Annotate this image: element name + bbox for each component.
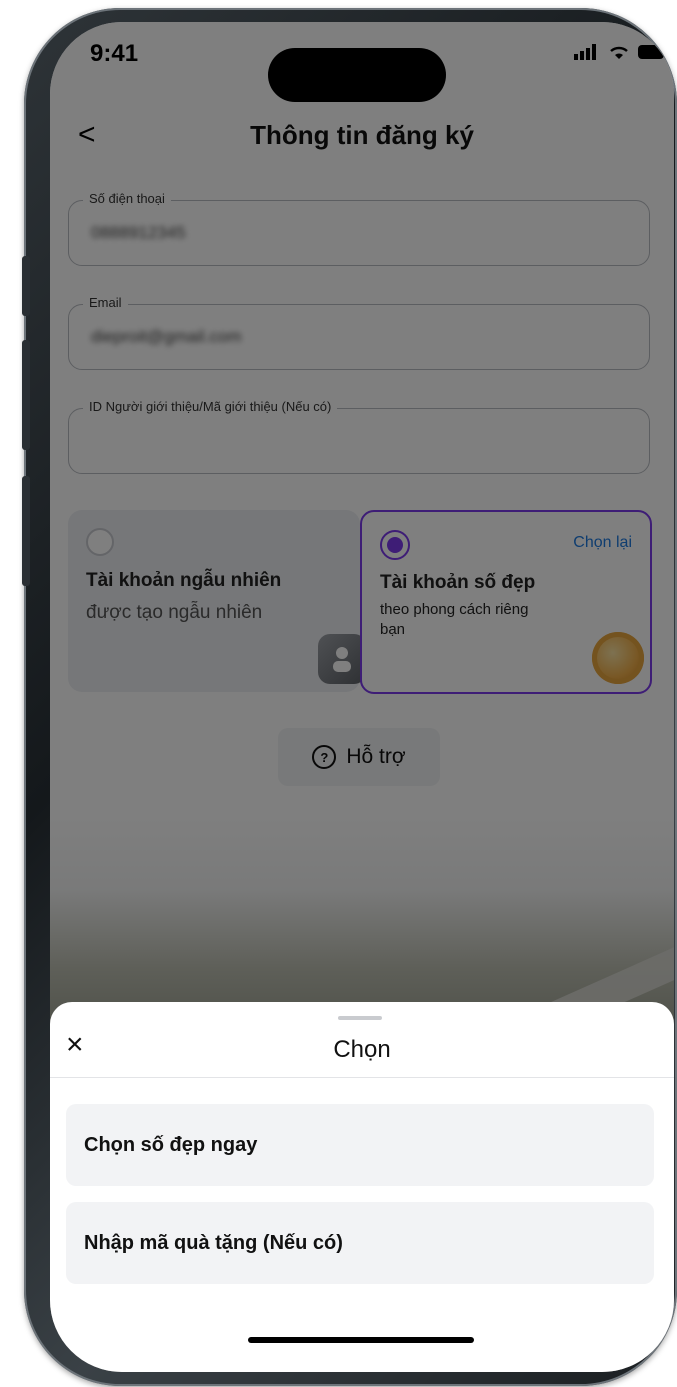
phone-volume-up-button — [22, 340, 30, 450]
option-label: Nhập mã quà tặng (Nếu có) — [84, 1231, 343, 1254]
phone-mute-button — [22, 256, 30, 316]
choose-vanity-number-option[interactable]: Chọn số đẹp ngay — [66, 1104, 654, 1186]
home-indicator[interactable] — [248, 1337, 474, 1343]
option-label: Chọn số đẹp ngay — [84, 1133, 258, 1156]
enter-gift-code-option[interactable]: Nhập mã quà tặng (Nếu có) — [66, 1202, 654, 1284]
sheet-divider — [50, 1077, 674, 1078]
phone-screen: 9:41 < Thông tin đăng ký Số điện thoại 0… — [50, 22, 674, 1372]
sheet-grabber[interactable] — [338, 1016, 382, 1020]
sheet-title: Chọn — [333, 1036, 391, 1063]
bottom-sheet: × Chọn Chọn số đẹp ngay Nhập mã quà tặng… — [50, 1002, 674, 1372]
phone-volume-down-button — [22, 476, 30, 586]
